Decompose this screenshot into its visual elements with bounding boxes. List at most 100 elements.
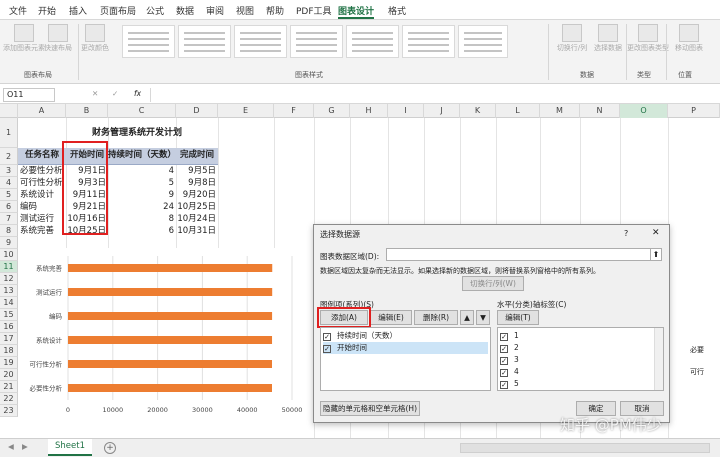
quick-layout-button[interactable]: 快速布局 (36, 24, 80, 53)
cell-duration[interactable]: 24 (108, 201, 174, 213)
row-header[interactable]: 21 (0, 381, 18, 393)
range-picker-icon[interactable]: ⬆ (650, 248, 662, 261)
tab-review[interactable]: 审阅 (206, 4, 224, 17)
cell-task[interactable]: 系统完善 (20, 225, 54, 237)
tab-page-layout[interactable]: 页面布局 (100, 4, 136, 17)
col-header[interactable]: D (176, 104, 218, 118)
cell-duration[interactable]: 6 (108, 225, 174, 237)
tab-view[interactable]: 视图 (236, 4, 254, 17)
horizontal-scrollbar[interactable] (460, 443, 710, 453)
col-header[interactable]: G (314, 104, 350, 118)
chart-style-6[interactable] (402, 25, 455, 58)
checkbox-icon[interactable]: ✓ (500, 333, 508, 341)
col-header[interactable]: J (424, 104, 460, 118)
sheet-tab-sheet1[interactable]: Sheet1 (48, 439, 92, 456)
cell-duration[interactable]: 9 (108, 189, 174, 201)
row-header[interactable]: 14 (0, 297, 18, 309)
checkbox-icon[interactable]: ✓ (500, 381, 508, 389)
series-item[interactable]: ✓ 开始时间 (323, 342, 488, 354)
select-all-corner[interactable] (0, 104, 18, 118)
help-icon[interactable]: ? (624, 229, 628, 238)
chart-style-1[interactable] (122, 25, 175, 58)
col-header[interactable]: I (388, 104, 424, 118)
cell-finish[interactable]: 10月25日 (176, 201, 216, 213)
axis-item[interactable]: ✓ 2 (500, 342, 519, 354)
axis-item[interactable]: ✓ 3 (500, 354, 519, 366)
row-header[interactable]: 8 (0, 225, 18, 237)
axis-item[interactable]: ✓ 5 (500, 378, 519, 390)
chart-bar[interactable] (68, 384, 272, 392)
cell-duration[interactable]: 8 (108, 213, 174, 225)
col-header[interactable]: K (460, 104, 496, 118)
axis-list-scrollbar[interactable] (654, 328, 663, 390)
col-header[interactable]: H (350, 104, 388, 118)
cancel-icon[interactable]: ✕ (92, 89, 98, 98)
row-header[interactable]: 23 (0, 405, 18, 417)
row-header[interactable]: 22 (0, 393, 18, 405)
row-header[interactable]: 20 (0, 369, 18, 381)
select-data-button[interactable]: 选择数据 (586, 24, 630, 53)
cell-finish[interactable]: 9月20日 (176, 189, 216, 201)
axis-item[interactable]: ✓ 1 (500, 330, 519, 342)
col-header[interactable]: P (668, 104, 720, 118)
chart-bar[interactable] (68, 336, 273, 344)
header-finish-time[interactable]: 完成时间 (176, 148, 218, 163)
add-sheet-button[interactable]: + (104, 442, 116, 454)
cell-task[interactable]: 可行性分析 (20, 177, 63, 189)
header-task-name[interactable]: 任务名称 (18, 148, 66, 163)
chart-style-3[interactable] (234, 25, 287, 58)
delete-series-button[interactable]: 删除(R) (414, 310, 458, 325)
col-header[interactable]: B (66, 104, 108, 118)
col-header[interactable]: F (274, 104, 314, 118)
row-header[interactable]: 13 (0, 285, 18, 297)
row-header[interactable]: 5 (0, 189, 18, 201)
checkbox-icon[interactable]: ✓ (500, 357, 508, 365)
tab-home[interactable]: 开始 (38, 4, 56, 17)
tab-help[interactable]: 帮助 (266, 4, 284, 17)
formula-input[interactable] (150, 88, 716, 102)
chart-bar[interactable] (68, 264, 273, 272)
tab-formulas[interactable]: 公式 (146, 4, 164, 17)
col-header[interactable]: E (218, 104, 274, 118)
chart-style-7[interactable] (458, 25, 508, 58)
checkbox-icon[interactable]: ✓ (323, 345, 331, 353)
close-icon[interactable]: ✕ (652, 228, 660, 238)
chart-bar[interactable] (68, 360, 273, 368)
row-header[interactable]: 1 (0, 118, 18, 148)
hidden-empty-cells-button[interactable]: 隐藏的单元格和空单元格(H) (320, 401, 420, 416)
tab-format[interactable]: 格式 (388, 4, 406, 17)
chart-style-4[interactable] (290, 25, 343, 58)
col-header[interactable]: L (496, 104, 540, 118)
col-header[interactable]: C (108, 104, 176, 118)
chart-range-input[interactable] (386, 248, 651, 261)
cell-finish[interactable]: 10月24日 (176, 213, 216, 225)
edit-axis-labels-button[interactable]: 编辑(T) (497, 310, 539, 325)
cell-task[interactable]: 必要性分析 (20, 165, 63, 177)
row-header[interactable]: 19 (0, 357, 18, 369)
name-box[interactable]: O11 (3, 88, 55, 102)
tab-insert[interactable]: 插入 (69, 4, 87, 17)
chart-style-5[interactable] (346, 25, 399, 58)
checkbox-icon[interactable]: ✓ (500, 369, 508, 377)
fx-icon[interactable]: fx (134, 89, 141, 98)
row-header[interactable]: 12 (0, 273, 18, 285)
col-header[interactable]: O (620, 104, 668, 118)
move-down-icon[interactable]: ▼ (476, 310, 490, 325)
row-header[interactable]: 10 (0, 249, 18, 261)
series-item[interactable]: ✓ 持续时间（天数） (323, 330, 488, 342)
row-header[interactable]: 16 (0, 321, 18, 333)
row-header[interactable]: 18 (0, 345, 18, 357)
row-header[interactable]: 9 (0, 237, 18, 249)
row-header[interactable]: 17 (0, 333, 18, 345)
gantt-chart[interactable]: 0 10000 20000 30000 40000 50000 系统完善 测试运行 编码 系统设… (22, 248, 307, 438)
change-colors-button[interactable]: 更改颜色 (80, 24, 110, 53)
edit-series-button[interactable]: 编辑(E) (370, 310, 412, 325)
tab-file[interactable]: 文件 (9, 4, 27, 17)
switch-row-col-button[interactable]: 切换行/列(W) (462, 276, 524, 291)
row-header[interactable]: 6 (0, 201, 18, 213)
chart-bar[interactable] (68, 312, 273, 320)
row-header[interactable]: 7 (0, 213, 18, 225)
col-header[interactable]: M (540, 104, 580, 118)
scroll-left-icon[interactable]: ◀ (8, 442, 14, 451)
move-up-icon[interactable]: ▲ (460, 310, 474, 325)
